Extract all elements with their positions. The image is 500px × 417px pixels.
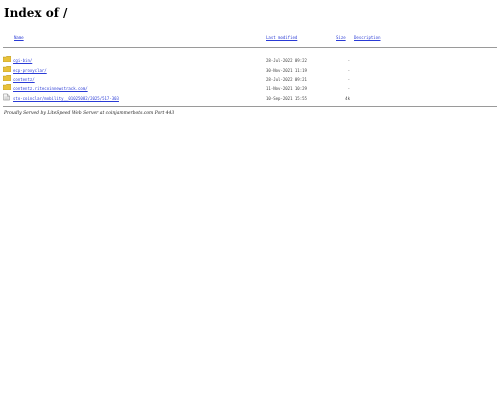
list-item: cgi-bin/ 28-Jul-2022 09:22 - <box>0 56 500 65</box>
list-item: contentz/ 28-Jul-2022 09:21 - <box>0 75 500 84</box>
footer-divider <box>3 106 497 107</box>
file-icon <box>3 93 10 101</box>
list-item: contentz.ritecoinnewstrack.com/ 11-Nov-2… <box>0 84 500 93</box>
column-header-name[interactable]: Name <box>14 35 24 40</box>
column-header-last-modified[interactable]: Last modified <box>266 35 297 40</box>
entry-link[interactable]: contentz/ <box>13 77 35 82</box>
folder-icon <box>3 84 11 90</box>
entry-size: 4k <box>345 96 350 101</box>
entry-modified: 28-Jul-2022 09:22 <box>266 58 307 63</box>
entry-modified: 30-Nov-2021 11:19 <box>266 68 307 73</box>
page-title: Index of / <box>4 6 68 20</box>
entry-size: - <box>347 58 350 63</box>
list-item: ecp-proxyclar/ 30-Nov-2021 11:19 - <box>0 66 500 75</box>
entry-link[interactable]: sto-coinclar/mobility__01025082/2025/517… <box>13 96 119 101</box>
entry-modified: 10-Sep-2021 15:55 <box>266 96 307 101</box>
entry-modified: 28-Jul-2022 09:21 <box>266 77 307 82</box>
entry-link[interactable]: contentz.ritecoinnewstrack.com/ <box>13 86 88 91</box>
entry-link[interactable]: ecp-proxyclar/ <box>13 68 47 73</box>
entry-link[interactable]: cgi-bin/ <box>13 58 32 63</box>
folder-icon <box>3 66 11 72</box>
folder-icon <box>3 75 11 81</box>
entry-size: - <box>347 86 350 91</box>
column-header-size[interactable]: Size <box>336 35 346 40</box>
entry-size: - <box>347 77 350 82</box>
server-signature: Proudly Served by LiteSpeed Web Server a… <box>4 111 175 116</box>
entry-size: - <box>347 68 350 73</box>
header-divider <box>3 47 497 48</box>
entry-modified: 11-Nov-2021 10:29 <box>266 86 307 91</box>
column-header-description[interactable]: Description <box>354 35 381 40</box>
list-item: sto-coinclar/mobility__01025082/2025/517… <box>0 93 500 103</box>
folder-icon <box>3 56 11 62</box>
